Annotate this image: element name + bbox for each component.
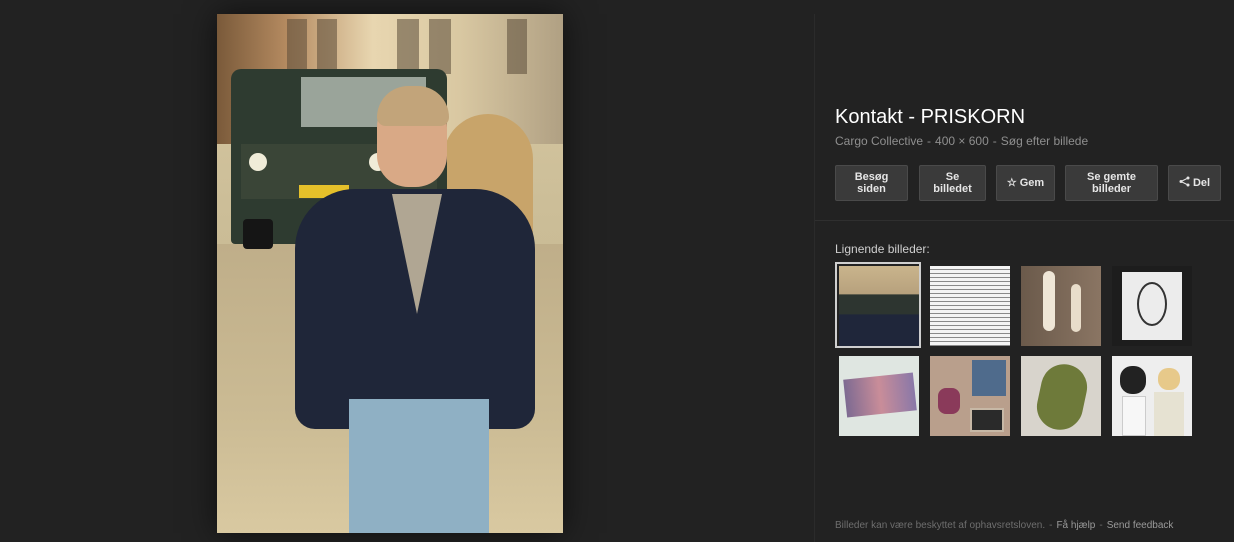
similar-image-thumbnail[interactable]	[1108, 262, 1194, 348]
image-dimensions: 400 × 600	[935, 134, 989, 148]
similar-image-thumbnail[interactable]	[926, 352, 1012, 438]
similar-images-grid	[835, 262, 1215, 442]
main-image[interactable]	[217, 14, 563, 533]
image-meta: Cargo Collective -400 × 600- Søg efter bil…	[835, 134, 1089, 148]
similar-image-thumbnail[interactable]	[1108, 352, 1194, 438]
footer: Billeder kan være beskyttet af ophavsret…	[835, 520, 1174, 531]
image-viewer: Kontakt - PRISKORN Cargo Collective -400 …	[0, 0, 1234, 542]
share-icon	[1179, 176, 1190, 190]
source-link[interactable]: Cargo Collective	[835, 134, 923, 148]
divider	[815, 220, 1234, 221]
help-link[interactable]: Få hjælp	[1056, 520, 1095, 531]
similar-image-thumbnail[interactable]	[835, 352, 921, 438]
visit-page-button[interactable]: Besøg siden	[835, 165, 908, 201]
similar-images-label: Lignende billeder:	[835, 242, 930, 256]
star-icon: ☆	[1006, 177, 1017, 189]
feedback-link[interactable]: Send feedback	[1107, 520, 1174, 531]
similar-image-thumbnail[interactable]	[1017, 262, 1103, 348]
share-button[interactable]: Del	[1168, 165, 1221, 201]
search-by-image-link[interactable]: Søg efter billede	[1001, 134, 1088, 148]
view-image-button[interactable]: Se billedet	[919, 165, 986, 201]
image-title[interactable]: Kontakt - PRISKORN	[835, 106, 1025, 129]
copyright-notice: Billeder kan være beskyttet af ophavsret…	[835, 520, 1046, 531]
save-button[interactable]: ☆ Gem	[996, 165, 1055, 201]
details-panel: Kontakt - PRISKORN Cargo Collective -400 …	[814, 14, 1234, 542]
similar-image-thumbnail[interactable]	[1017, 352, 1103, 438]
similar-image-thumbnail[interactable]	[926, 262, 1012, 348]
similar-image-thumbnail[interactable]	[835, 262, 921, 348]
saved-images-button[interactable]: Se gemte billeder	[1065, 165, 1158, 201]
